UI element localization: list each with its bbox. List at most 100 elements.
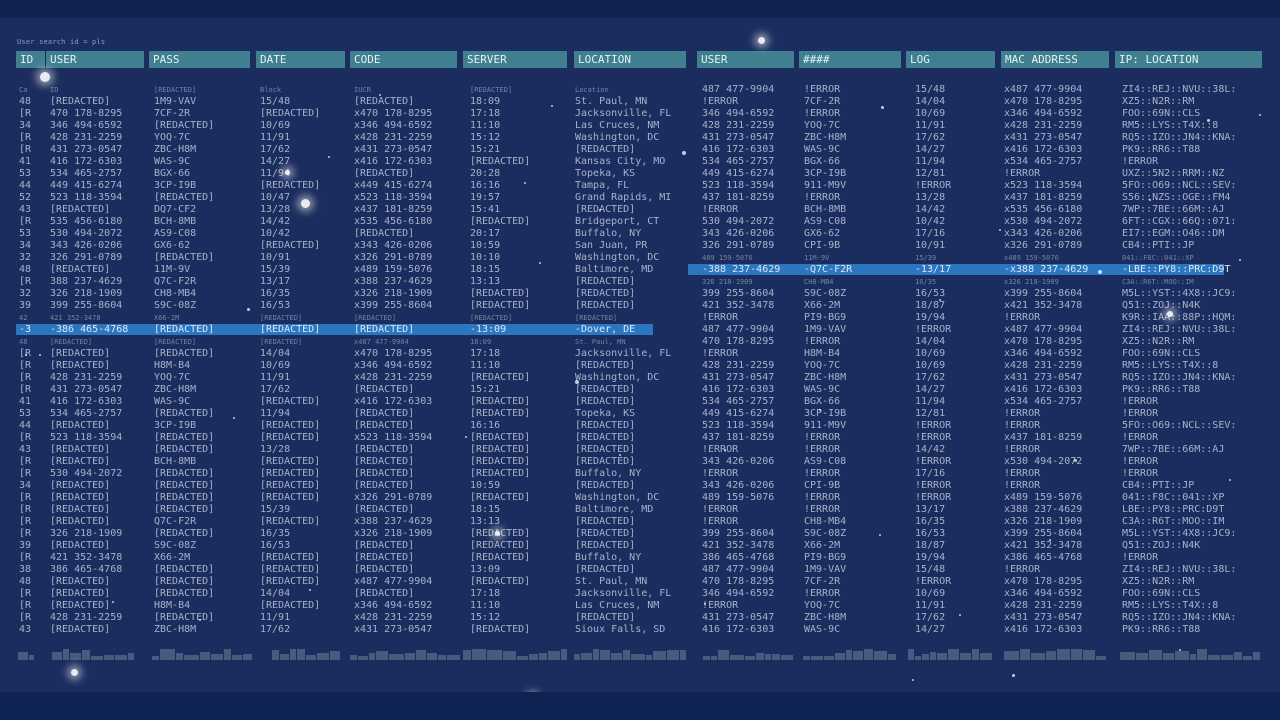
header-pass: PASS: [149, 51, 250, 68]
left-table-cell: [REDACTED]: [470, 408, 531, 419]
left-table-cell: [R: [19, 144, 32, 155]
header-code: CODE: [350, 51, 457, 68]
activity-bar: [908, 649, 914, 660]
left-table-cell: 41: [19, 156, 32, 167]
left-table-cell: [REDACTED]: [154, 120, 215, 131]
right-table-cell: FOO::69N::CLS: [1122, 588, 1201, 599]
left-table-cell: 53: [19, 408, 32, 419]
right-table-cell: 7WP::7BE::66M::AJ: [1122, 444, 1225, 455]
left-table-cell: x388 237-4629: [354, 516, 433, 527]
right-table-cell: !ERROR: [804, 492, 841, 503]
right-table-cell: !ERROR: [915, 324, 952, 335]
activity-bar: [1190, 654, 1196, 660]
left-table-cell: x428 231-2259: [354, 132, 433, 143]
activity-bar: [427, 653, 437, 660]
header-server: SERVER: [463, 51, 567, 68]
left-table-cell: H8M-B4: [154, 600, 191, 611]
right-table-cell: x399 255-8604: [1004, 528, 1083, 539]
right-records-table: 487 477-9904 !ERROR 15/48 x487 477-9904 ZI4:…: [686, 84, 1280, 636]
right-table-cell: x428 231-2259: [1004, 600, 1083, 611]
right-table-row: 431 273-0547 ZBC-H8M 17/62 x431 273-0547 RQ5…: [686, 132, 1280, 144]
left-table-cell: 14/04: [260, 588, 291, 599]
right-table-cell: !ERROR: [804, 588, 841, 599]
right-table-cell: PI9-BG9: [804, 312, 847, 323]
left-table-cell: 43: [19, 624, 32, 635]
left-table-cell: [REDACTED]: [575, 396, 636, 407]
activity-bar: [405, 653, 415, 660]
left-table-cell: 18:15: [470, 264, 501, 275]
activity-bar: [581, 653, 592, 660]
left-table-cell: [REDACTED]: [154, 86, 197, 94]
right-table-cell: Q51::ZOJ::N4K: [1122, 540, 1201, 551]
left-table-cell: [REDACTED]: [354, 324, 415, 335]
left-table-cell: 17:18: [470, 108, 501, 119]
right-table-cell: x431 273-0547: [1004, 612, 1083, 623]
right-table-cell: !ERROR: [702, 204, 739, 215]
right-table-cell: H8M-B4: [804, 348, 841, 359]
particle-dot: [575, 380, 579, 384]
activity-bar: [91, 656, 103, 660]
left-table-cell: CH8-MB4: [154, 288, 197, 299]
left-table-row: 43 [REDACTED] ZBC-H8M 17/62 x431 273-0547 [RE…: [0, 624, 690, 636]
right-table-cell: x428 231-2259: [1004, 360, 1083, 371]
left-table-cell: [REDACTED]: [260, 338, 303, 346]
right-table-cell: 911-M9V: [804, 180, 847, 191]
left-table-cell: 10/69: [260, 360, 291, 371]
right-table-cell: 10/91: [915, 240, 946, 251]
activity-bar: [972, 649, 979, 660]
header-user: USER: [46, 51, 144, 68]
right-table-cell: 10/69: [915, 360, 946, 371]
activity-bar: [306, 655, 316, 660]
left-table-cell: 431 273-0547: [50, 144, 123, 155]
right-table-cell: x421 352-3478: [1004, 300, 1083, 311]
right-table-cell: x489 159-5076: [1004, 254, 1059, 262]
activity-bar: [176, 653, 183, 660]
left-table-cell: 416 172-6303: [50, 156, 123, 167]
left-table-cell: [REDACTED]: [354, 468, 415, 479]
right-table-cell: FOO::69N::CLS: [1122, 108, 1201, 119]
header-id: ID: [16, 51, 45, 68]
left-table-cell: [REDACTED]: [354, 456, 415, 467]
right-table-row: 530 494-2072 AS9-C08 10/42 x530 494-2072 6FT…: [686, 216, 1280, 228]
right-table-cell: 523 118-3594: [702, 420, 775, 431]
left-table-row: [R 428 231-2259 YOQ-7C 11/91 x428 231-2259 15…: [0, 132, 690, 144]
activity-bar: [290, 649, 296, 660]
right-table-cell: !ERROR: [702, 444, 739, 455]
left-table-cell: 15:21: [470, 384, 501, 395]
left-table-row: [R [REDACTED] H8M-B4 [REDACTED] x346 494-659…: [0, 600, 690, 612]
activity-bar: [846, 650, 852, 660]
right-table-cell: x326 218-1909: [1004, 516, 1083, 527]
activity-bar: [297, 649, 305, 660]
activity-bar: [224, 649, 231, 660]
activity-bar: [548, 651, 560, 660]
right-table-cell: 399 255-8604: [702, 288, 775, 299]
particle-dot: [999, 229, 1001, 231]
right-table-cell: 15/48: [915, 84, 946, 95]
right-table-cell: K9R::IAA::88P::HQM:: [1122, 312, 1237, 323]
right-table-cell: CB4::PTI::JP: [1122, 240, 1195, 251]
left-table-cell: [R: [19, 384, 32, 395]
right-table-cell: ZBC-H8M: [804, 612, 847, 623]
left-table-row: [R 388 237-4629 Q7C-F2R 13/17 x388 237-4629 1…: [0, 276, 690, 288]
left-table-cell: Jacksonville, FL: [575, 588, 672, 599]
left-table-cell: Tampa, FL: [575, 180, 630, 191]
left-table-row: [R [REDACTED] [REDACTED] [REDACTED] x326 291…: [0, 492, 690, 504]
right-table-cell: M5L::YST::4X8::JC9:: [1122, 528, 1237, 539]
left-table-cell: x346 494-6592: [354, 360, 433, 371]
left-table-row: 48 [REDACTED] 1M9-VAV 15/48 [REDACTED] 18:09 S…: [0, 96, 690, 108]
left-table-cell: St. Paul, MN: [575, 338, 626, 346]
right-table-row: 346 494-6592 !ERROR 10/69 x346 494-6592 FOO:…: [686, 588, 1280, 600]
right-table-cell: 17/16: [915, 228, 946, 239]
left-table-cell: 449 415-6274: [50, 180, 123, 191]
left-table-cell: [REDACTED]: [154, 324, 215, 335]
right-table-cell: 14/27: [915, 624, 946, 635]
left-table-cell: 421 352-3478: [50, 314, 101, 322]
right-table-cell: !ERROR: [702, 348, 739, 359]
right-table-cell: !ERROR: [1122, 552, 1159, 563]
right-table-cell: C3A::R6T::MOO::IM: [1122, 516, 1225, 527]
activity-bar: [503, 651, 516, 660]
left-table-row: 34 346 494-6592 [REDACTED] 10/69 x346 494-65…: [0, 120, 690, 132]
right-table-cell: 3CP-I9B: [804, 168, 847, 179]
right-table-row: 534 465-2757 BGX-66 11/94 x534 465-2757 !ERR…: [686, 396, 1280, 408]
right-table-cell: 15/48: [915, 564, 946, 575]
